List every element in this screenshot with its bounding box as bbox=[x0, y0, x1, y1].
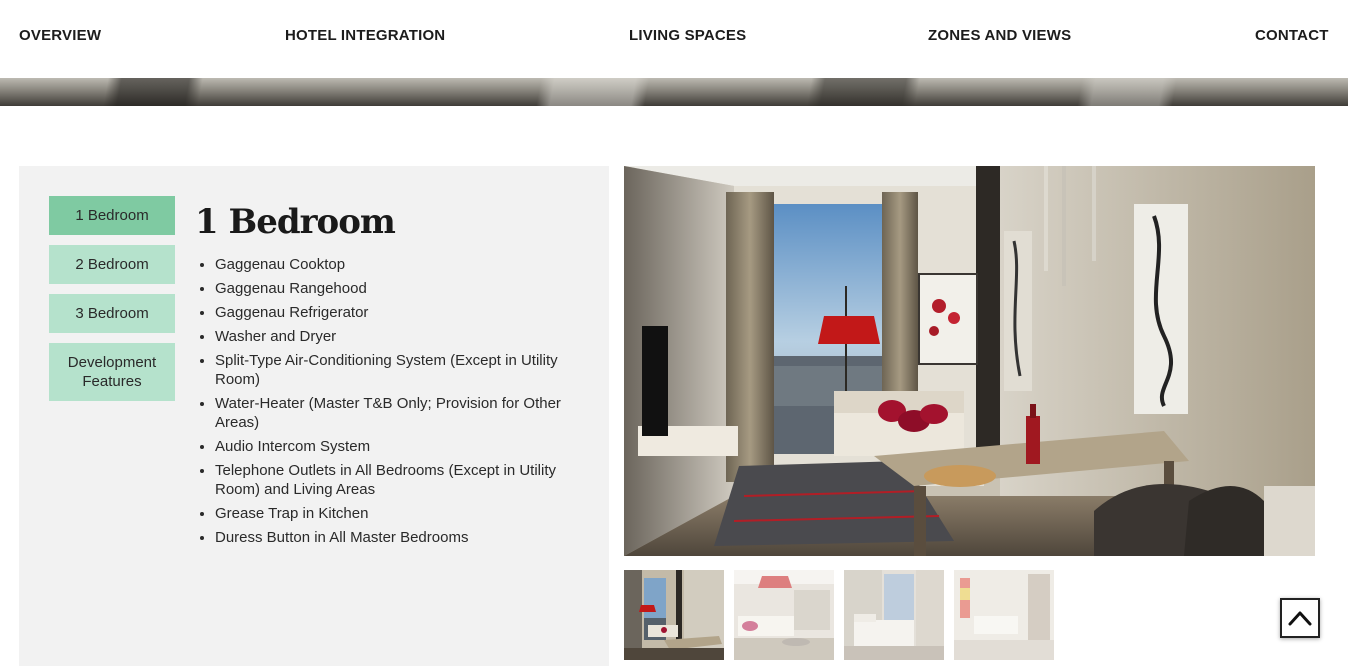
nav-living-spaces[interactable]: LIVING SPACES bbox=[629, 27, 746, 44]
bathroom-thumb-image bbox=[954, 570, 1054, 660]
unit-features-panel: 1 Bedroom 2 Bedroom 3 Bedroom Developmen… bbox=[19, 166, 609, 666]
feature-item: Gaggenau Cooktop bbox=[195, 255, 595, 274]
nav-contact[interactable]: CONTACT bbox=[1255, 27, 1329, 44]
tab-label: Features bbox=[82, 373, 142, 390]
feature-item: Water-Heater (Master T&B Only; Provision… bbox=[195, 394, 595, 432]
gallery-thumbnail-bedroom[interactable] bbox=[844, 570, 944, 660]
gallery-thumbnail-living-dining[interactable] bbox=[624, 570, 724, 660]
tab-2-bedroom[interactable]: 2 Bedroom bbox=[49, 245, 175, 284]
feature-item: Telephone Outlets in All Bedrooms (Excep… bbox=[195, 461, 595, 499]
feature-item: Grease Trap in Kitchen bbox=[195, 504, 595, 523]
unit-title: 1 Bedroom bbox=[195, 202, 396, 242]
living-room-thumb-image bbox=[734, 570, 834, 660]
back-to-top-button[interactable] bbox=[1280, 598, 1320, 638]
nav-hotel-integration[interactable]: HOTEL INTEGRATION bbox=[285, 27, 445, 44]
tab-label: 2 Bedroom bbox=[75, 256, 149, 273]
hero-banner-strip bbox=[0, 78, 1348, 106]
nav-zones-and-views[interactable]: ZONES AND VIEWS bbox=[928, 27, 1071, 44]
tab-label: 3 Bedroom bbox=[75, 305, 149, 322]
tab-label: Development bbox=[67, 354, 157, 371]
chevron-up-icon bbox=[1288, 611, 1312, 626]
nav-overview[interactable]: OVERVIEW bbox=[19, 27, 101, 44]
features-list: Gaggenau Cooktop Gaggenau Rangehood Gagg… bbox=[195, 255, 595, 552]
living-dining-render bbox=[624, 166, 1315, 556]
tab-1-bedroom[interactable]: 1 Bedroom bbox=[49, 196, 175, 235]
main-gallery-image[interactable] bbox=[624, 166, 1315, 556]
bedroom-thumb-image bbox=[844, 570, 944, 660]
feature-item: Duress Button in All Master Bedrooms bbox=[195, 528, 595, 547]
tab-3-bedroom[interactable]: 3 Bedroom bbox=[49, 294, 175, 333]
feature-item: Audio Intercom System bbox=[195, 437, 595, 456]
living-dining-thumb-image bbox=[624, 570, 724, 660]
tab-label: 1 Bedroom bbox=[75, 207, 149, 224]
feature-item: Split-Type Air-Conditioning System (Exce… bbox=[195, 351, 595, 389]
feature-item: Gaggenau Rangehood bbox=[195, 279, 595, 298]
tab-development-features[interactable]: Development Features bbox=[49, 343, 175, 401]
feature-item: Washer and Dryer bbox=[195, 327, 595, 346]
gallery-thumbnail-living-room[interactable] bbox=[734, 570, 834, 660]
gallery-thumbnail-bathroom[interactable] bbox=[954, 570, 1054, 660]
feature-item: Gaggenau Refrigerator bbox=[195, 303, 595, 322]
main-nav: OVERVIEW HOTEL INTEGRATION LIVING SPACES… bbox=[0, 0, 1348, 78]
